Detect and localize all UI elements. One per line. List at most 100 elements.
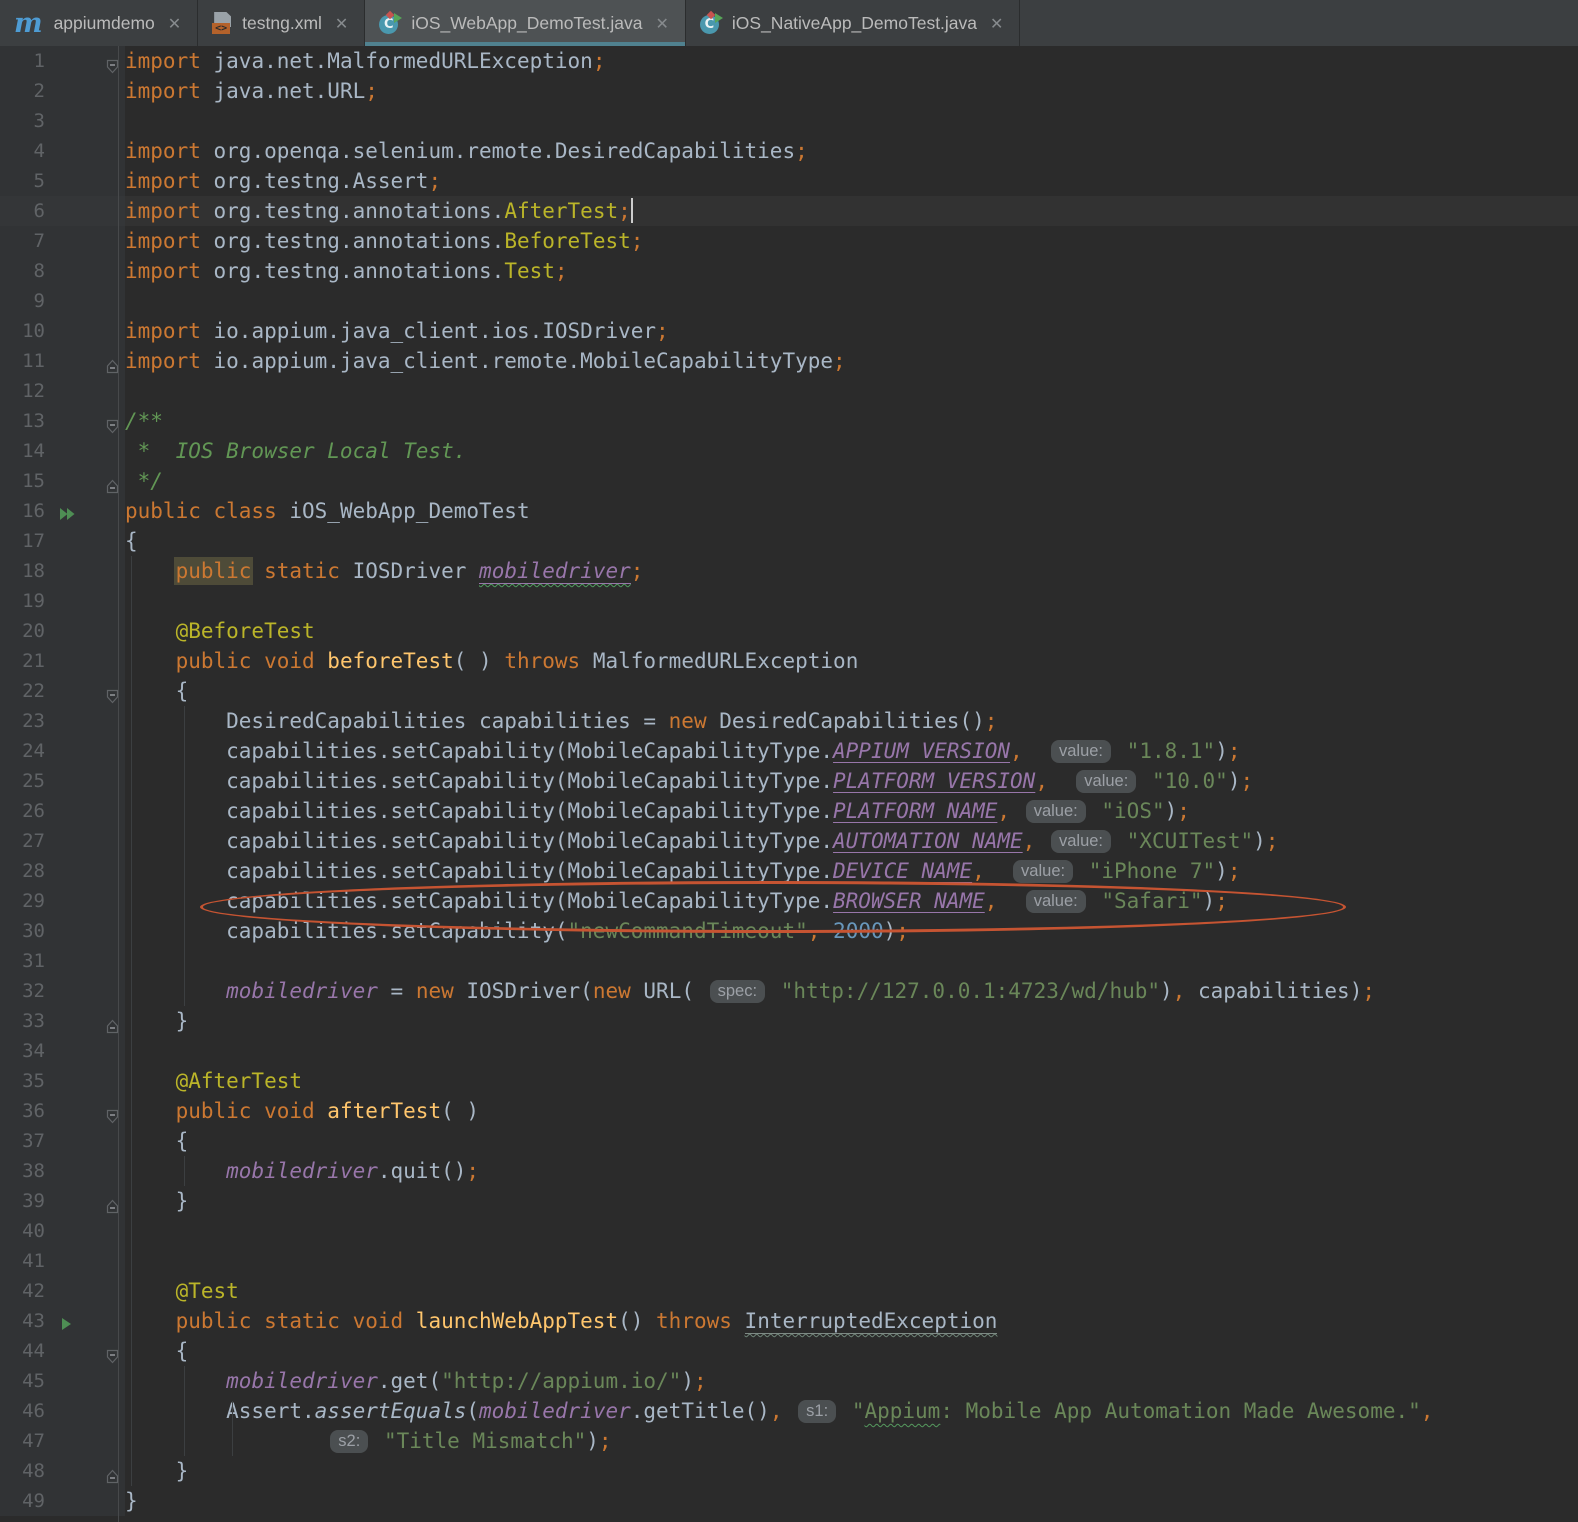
code-line[interactable]: 34 [0,1036,1578,1066]
gutter[interactable]: 44 [0,1336,125,1366]
code-text[interactable]: /** [125,406,1578,436]
code-text[interactable]: @Test [125,1276,1578,1306]
gutter[interactable]: 15 [0,466,125,496]
code-text[interactable]: } [125,1486,1578,1516]
gutter[interactable]: 26 [0,796,125,826]
code-text[interactable] [125,376,1578,406]
gutter[interactable]: 3 [0,106,125,136]
line-number[interactable]: 48 [0,1456,45,1486]
code-text[interactable]: import io.appium.java_client.remote.Mobi… [125,346,1578,376]
gutter[interactable]: 43 [0,1306,125,1336]
line-number[interactable]: 29 [0,886,45,916]
code-line[interactable]: 15 */ [0,466,1578,496]
code-text[interactable]: Assert.assertEquals(mobiledriver.getTitl… [125,1396,1578,1426]
gutter[interactable]: 1 [0,46,125,76]
line-number[interactable]: 3 [0,106,45,136]
code-line[interactable]: 25 capabilities.setCapability(MobileCapa… [0,766,1578,796]
gutter[interactable]: 33 [0,1006,125,1036]
gutter[interactable]: 40 [0,1216,125,1246]
gutter[interactable]: 28 [0,856,125,886]
code-line[interactable]: 43 public static void launchWebAppTest()… [0,1306,1578,1336]
code-line[interactable]: 19 [0,586,1578,616]
line-number[interactable]: 26 [0,796,45,826]
code-text[interactable]: { [125,1126,1578,1156]
line-number[interactable]: 39 [0,1186,45,1216]
line-number[interactable]: 17 [0,526,45,556]
line-number[interactable]: 11 [0,346,45,376]
code-line[interactable]: 1import java.net.MalformedURLException; [0,46,1578,76]
code-text[interactable]: capabilities.setCapability(MobileCapabil… [125,856,1578,886]
line-number[interactable]: 18 [0,556,45,586]
line-number[interactable]: 9 [0,286,45,316]
code-text[interactable]: capabilities.setCapability(MobileCapabil… [125,736,1578,766]
gutter[interactable]: 25 [0,766,125,796]
code-line[interactable]: 9 [0,286,1578,316]
line-number[interactable]: 23 [0,706,45,736]
line-number[interactable]: 12 [0,376,45,406]
gutter[interactable]: 8 [0,256,125,286]
code-text[interactable] [125,286,1578,316]
code-line[interactable]: 23 DesiredCapabilities capabilities = ne… [0,706,1578,736]
line-number[interactable]: 1 [0,46,45,76]
code-line[interactable]: 29 capabilities.setCapability(MobileCapa… [0,886,1578,916]
code-text[interactable]: capabilities.setCapability(MobileCapabil… [125,826,1578,856]
line-number[interactable]: 43 [0,1306,45,1336]
line-number[interactable]: 20 [0,616,45,646]
code-text[interactable]: mobiledriver.get("http://appium.io/"); [125,1366,1578,1396]
tab-ios_webapp_demotest-java[interactable]: CiOS_WebApp_DemoTest.java✕ [365,0,686,46]
line-number[interactable]: 37 [0,1126,45,1156]
code-text[interactable]: public class iOS_WebApp_DemoTest [125,496,1578,526]
line-number[interactable]: 33 [0,1006,45,1036]
line-number[interactable]: 36 [0,1096,45,1126]
code-text[interactable] [125,1216,1578,1246]
line-number[interactable]: 15 [0,466,45,496]
code-line[interactable]: 38 mobiledriver.quit(); [0,1156,1578,1186]
gutter[interactable]: 17 [0,526,125,556]
line-number[interactable]: 24 [0,736,45,766]
code-line[interactable]: 20 @BeforeTest [0,616,1578,646]
line-number[interactable]: 31 [0,946,45,976]
code-line[interactable]: 2import java.net.URL; [0,76,1578,106]
code-text[interactable]: { [125,1336,1578,1366]
gutter[interactable]: 39 [0,1186,125,1216]
code-text[interactable]: s2: "Title Mismatch"); [125,1426,1578,1456]
code-text[interactable]: capabilities.setCapability("newCommandTi… [125,916,1578,946]
tab-ios_nativeapp_demotest-java[interactable]: CiOS_NativeApp_DemoTest.java✕ [686,0,1021,46]
line-number[interactable]: 30 [0,916,45,946]
code-text[interactable]: } [125,1186,1578,1216]
code-text[interactable]: import io.appium.java_client.ios.IOSDriv… [125,316,1578,346]
code-line[interactable]: 26 capabilities.setCapability(MobileCapa… [0,796,1578,826]
code-text[interactable]: public static IOSDriver mobiledriver; [125,556,1578,586]
code-line[interactable]: 6import org.testng.annotations.AfterTest… [0,196,1578,226]
line-number[interactable]: 41 [0,1246,45,1276]
code-text[interactable]: import org.openqa.selenium.remote.Desire… [125,136,1578,166]
code-text[interactable]: */ [125,466,1578,496]
gutter[interactable]: 19 [0,586,125,616]
code-line[interactable]: 14 * IOS Browser Local Test. [0,436,1578,466]
code-line[interactable]: 41 [0,1246,1578,1276]
code-line[interactable]: 42 @Test [0,1276,1578,1306]
line-number[interactable]: 4 [0,136,45,166]
line-number[interactable]: 16 [0,496,45,526]
gutter[interactable]: 11 [0,346,125,376]
code-line[interactable]: 33 } [0,1006,1578,1036]
code-text[interactable]: public static void launchWebAppTest() th… [125,1306,1578,1336]
code-text[interactable]: import org.testng.Assert; [125,166,1578,196]
code-text[interactable]: DesiredCapabilities capabilities = new D… [125,706,1578,736]
close-icon[interactable]: ✕ [990,14,1003,33]
code-text[interactable] [125,586,1578,616]
line-number[interactable]: 49 [0,1486,45,1516]
code-line[interactable]: 39 } [0,1186,1578,1216]
line-number[interactable]: 14 [0,436,45,466]
code-text[interactable]: capabilities.setCapability(MobileCapabil… [125,796,1578,826]
line-number[interactable]: 13 [0,406,45,436]
gutter[interactable]: 22 [0,676,125,706]
code-line[interactable]: 16 public class iOS_WebApp_DemoTest [0,496,1578,526]
gutter[interactable]: 27 [0,826,125,856]
tab-testng-xml[interactable]: <>testng.xml✕ [198,0,365,46]
line-number[interactable]: 7 [0,226,45,256]
line-number[interactable]: 19 [0,586,45,616]
code-line[interactable]: 45 mobiledriver.get("http://appium.io/")… [0,1366,1578,1396]
gutter[interactable]: 45 [0,1366,125,1396]
code-line[interactable]: 32 mobiledriver = new IOSDriver(new URL(… [0,976,1578,1006]
